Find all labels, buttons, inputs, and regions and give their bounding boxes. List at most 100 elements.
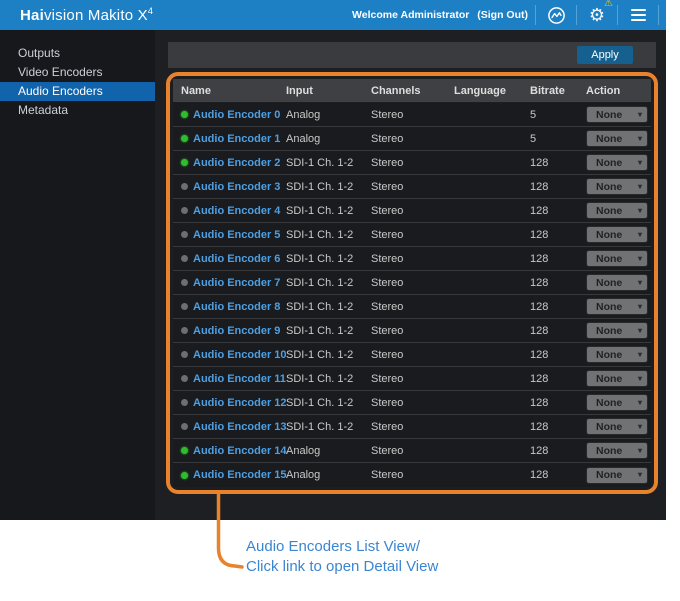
status-dot <box>181 423 188 430</box>
action-dropdown[interactable]: None ▾ <box>586 370 648 387</box>
encoder-link[interactable]: Audio Encoder 9 <box>193 325 286 337</box>
input-cell: SDI-1 Ch. 1-2 <box>286 181 371 193</box>
sidebar-item-outputs[interactable]: Outputs <box>0 44 155 63</box>
status-dot <box>181 472 188 479</box>
gear-icon[interactable]: ⚙ ⚠ <box>584 2 610 28</box>
action-dropdown-value: None <box>596 181 622 193</box>
divider <box>617 5 618 25</box>
content-area: Outputs Video Encoders Audio Encoders Me… <box>0 30 666 520</box>
caret-down-icon: ▾ <box>638 207 642 215</box>
encoder-link[interactable]: Audio Encoder 0 <box>193 109 286 121</box>
bitrate-cell: 128 <box>530 325 586 337</box>
status-dot <box>181 207 188 214</box>
callout-line-1: Audio Encoders List View/ <box>246 537 438 557</box>
encoder-link[interactable]: Audio Encoder 15 <box>193 469 286 481</box>
action-dropdown[interactable]: None ▾ <box>586 442 648 459</box>
table-row: Audio Encoder 13 SDI-1 Ch. 1-2 Stereo 12… <box>173 415 651 439</box>
input-cell: SDI-1 Ch. 1-2 <box>286 205 371 217</box>
caret-down-icon: ▾ <box>638 375 642 383</box>
input-cell: SDI-1 Ch. 1-2 <box>286 421 371 433</box>
status-dot <box>181 399 188 406</box>
sidebar-item-audio-encoders[interactable]: Audio Encoders <box>0 82 155 101</box>
action-cell: None ▾ <box>586 274 651 291</box>
input-cell: SDI-1 Ch. 1-2 <box>286 373 371 385</box>
topbar-right: Welcome Administrator (Sign Out) ⚙ ⚠ <box>352 0 666 30</box>
table-row: Audio Encoder 7 SDI-1 Ch. 1-2 Stereo 128… <box>173 271 651 295</box>
column-header-bitrate: Bitrate <box>530 85 586 97</box>
bitrate-cell: 128 <box>530 397 586 409</box>
encoder-link[interactable]: Audio Encoder 1 <box>193 133 286 145</box>
action-dropdown[interactable]: None ▾ <box>586 467 648 484</box>
channels-cell: Stereo <box>371 373 454 385</box>
apply-button[interactable]: Apply <box>577 46 633 64</box>
action-dropdown-value: None <box>596 325 622 337</box>
status-dot <box>181 351 188 358</box>
action-dropdown[interactable]: None ▾ <box>586 130 648 147</box>
action-cell: None ▾ <box>586 298 651 315</box>
table-row: Audio Encoder 15 Analog Stereo 128 None … <box>173 463 651 487</box>
action-dropdown[interactable]: None ▾ <box>586 418 648 435</box>
callout-text: Audio Encoders List View/ Click link to … <box>246 537 438 576</box>
action-dropdown[interactable]: None ▾ <box>586 250 648 267</box>
input-cell: Analog <box>286 469 371 481</box>
channels-cell: Stereo <box>371 397 454 409</box>
table-row: Audio Encoder 10 SDI-1 Ch. 1-2 Stereo 12… <box>173 343 651 367</box>
encoder-link[interactable]: Audio Encoder 11 <box>193 373 286 385</box>
action-cell: None ▾ <box>586 467 651 484</box>
action-dropdown-value: None <box>596 445 622 457</box>
table-header-row: Name Input Channels Language Bitrate Act… <box>173 79 651 102</box>
main-panel: Apply Name Input Channels Language Bitra… <box>155 30 666 520</box>
action-dropdown-value: None <box>596 205 622 217</box>
caret-down-icon: ▾ <box>638 231 642 239</box>
action-dropdown[interactable]: None ▾ <box>586 346 648 363</box>
status-dot <box>181 231 188 238</box>
sidebar-item-video-encoders[interactable]: Video Encoders <box>0 63 155 82</box>
encoder-link[interactable]: Audio Encoder 10 <box>193 349 286 361</box>
caret-down-icon: ▾ <box>638 111 642 119</box>
table-row: Audio Encoder 6 SDI-1 Ch. 1-2 Stereo 128… <box>173 247 651 271</box>
callout-line-2: Click link to open Detail View <box>246 557 438 577</box>
action-dropdown[interactable]: None ▾ <box>586 106 648 123</box>
action-dropdown[interactable]: None ▾ <box>586 202 648 219</box>
input-cell: SDI-1 Ch. 1-2 <box>286 301 371 313</box>
action-cell: None ▾ <box>586 130 651 147</box>
encoder-link[interactable]: Audio Encoder 3 <box>193 181 286 193</box>
encoder-link[interactable]: Audio Encoder 6 <box>193 253 286 265</box>
menu-icon[interactable] <box>625 2 651 28</box>
encoder-link[interactable]: Audio Encoder 14 <box>193 445 286 457</box>
action-dropdown-value: None <box>596 157 622 169</box>
haivision-logo-icon[interactable] <box>543 2 569 28</box>
encoder-link[interactable]: Audio Encoder 12 <box>193 397 286 409</box>
status-dot <box>181 183 188 190</box>
action-dropdown-value: None <box>596 421 622 433</box>
brand-bold: Hai <box>20 7 44 24</box>
encoder-link[interactable]: Audio Encoder 5 <box>193 229 286 241</box>
action-dropdown-value: None <box>596 253 622 265</box>
action-dropdown[interactable]: None ▾ <box>586 298 648 315</box>
status-dot <box>181 279 188 286</box>
action-dropdown[interactable]: None ▾ <box>586 274 648 291</box>
action-dropdown[interactable]: None ▾ <box>586 154 648 171</box>
action-cell: None ▾ <box>586 346 651 363</box>
bitrate-cell: 128 <box>530 157 586 169</box>
bitrate-cell: 128 <box>530 301 586 313</box>
divider <box>576 5 577 25</box>
action-dropdown[interactable]: None ▾ <box>586 178 648 195</box>
action-dropdown[interactable]: None ▾ <box>586 322 648 339</box>
action-dropdown[interactable]: None ▾ <box>586 394 648 411</box>
action-dropdown-value: None <box>596 349 622 361</box>
action-dropdown-value: None <box>596 229 622 241</box>
action-dropdown[interactable]: None ▾ <box>586 226 648 243</box>
encoder-link[interactable]: Audio Encoder 13 <box>193 421 286 433</box>
encoder-link[interactable]: Audio Encoder 2 <box>193 157 286 169</box>
encoder-link[interactable]: Audio Encoder 7 <box>193 277 286 289</box>
action-dropdown-value: None <box>596 373 622 385</box>
sign-out-link[interactable]: (Sign Out) <box>477 9 528 21</box>
encoder-link[interactable]: Audio Encoder 8 <box>193 301 286 313</box>
bitrate-cell: 5 <box>530 109 586 121</box>
caret-down-icon: ▾ <box>638 255 642 263</box>
sidebar-item-metadata[interactable]: Metadata <box>0 101 155 120</box>
table-row: Audio Encoder 8 SDI-1 Ch. 1-2 Stereo 128… <box>173 295 651 319</box>
caret-down-icon: ▾ <box>638 399 642 407</box>
encoder-link[interactable]: Audio Encoder 4 <box>193 205 286 217</box>
